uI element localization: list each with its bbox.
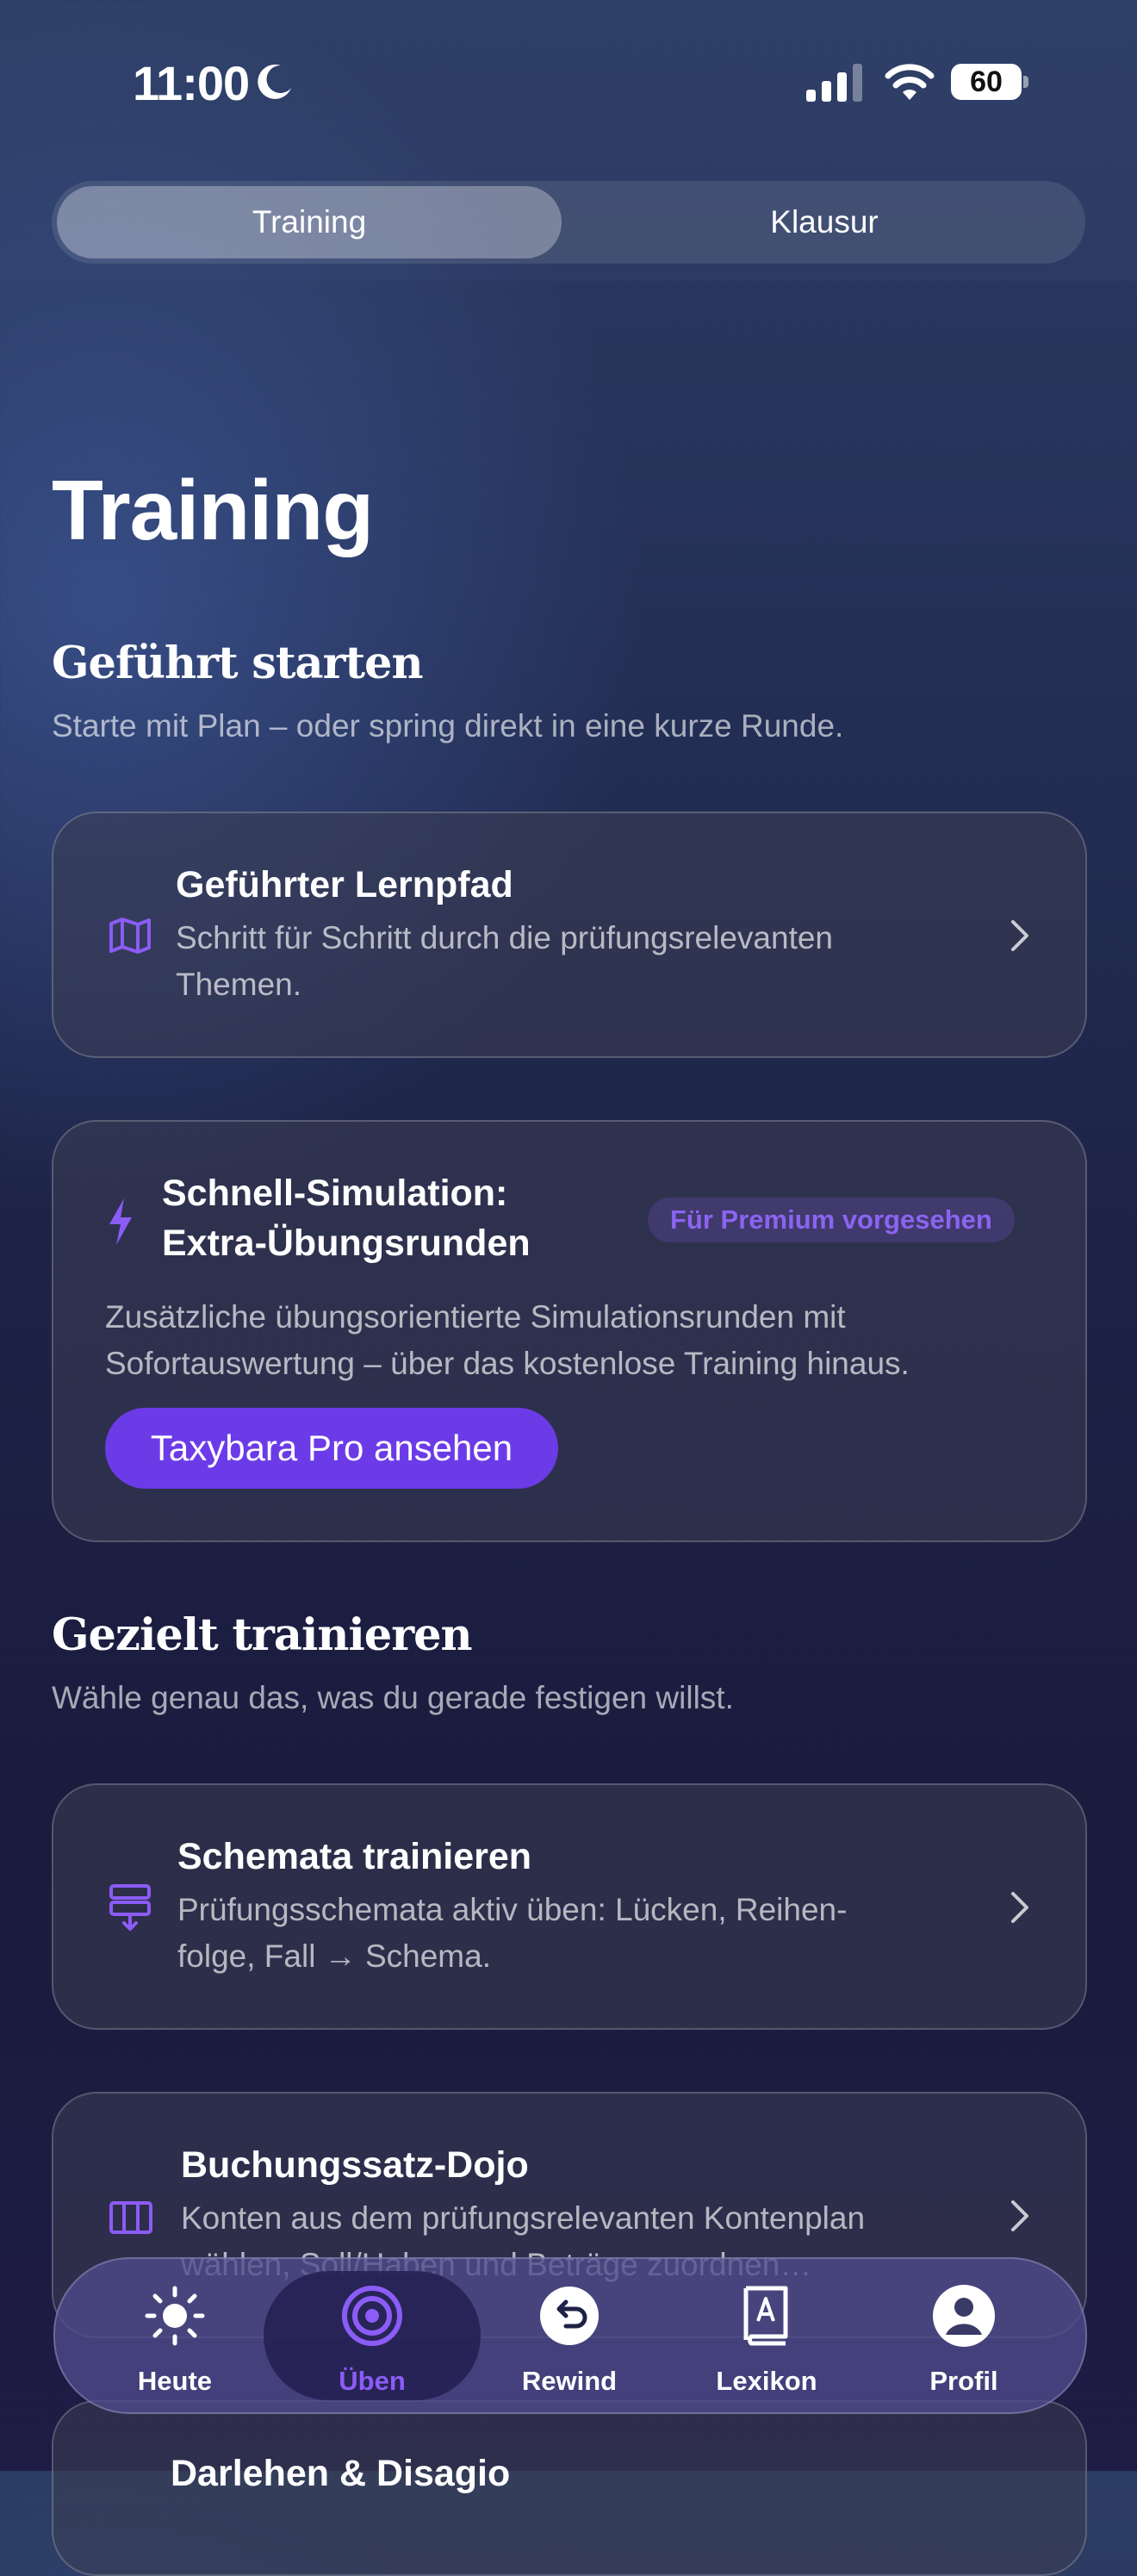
tab-profil[interactable]: Profil (865, 2259, 1063, 2412)
card-description-line1: Konten aus dem prüfungsrelevanten Konten… (181, 2200, 866, 2236)
wifi-icon (885, 64, 935, 100)
chevron-right-icon (1011, 2200, 1028, 2231)
section-subtitle-guided: Starte mit Plan – oder spring direkt in … (52, 708, 844, 744)
target-icon (342, 2286, 402, 2346)
schema-icon (109, 1884, 151, 1931)
tab-label: Lexikon (716, 2366, 817, 2396)
columns-icon (109, 2201, 152, 2234)
tab-lexikon[interactable]: Lexikon (668, 2259, 866, 2412)
card-train-schemes[interactable]: Schemata trainieren Prüfungsschemata akt… (52, 1783, 1087, 2030)
tab-label: Profil (929, 2366, 998, 2396)
segment-klausur[interactable]: Klausur (568, 186, 1080, 258)
card-description-line2: Themen. (176, 967, 302, 1002)
card-description-line2: Sofortauswertung – über das kostenlose T… (105, 1346, 910, 1381)
section-title-guided: Geführt starten (52, 638, 424, 689)
tab-rewind[interactable]: Rewind (470, 2259, 668, 2412)
dictionary-icon (743, 2286, 788, 2346)
lightning-icon (109, 1198, 132, 1245)
chevron-right-icon (1011, 1892, 1028, 1923)
tab-label: Heute (137, 2366, 213, 2396)
page-title: Training (52, 463, 374, 557)
sun-icon (145, 2286, 205, 2346)
cellular-signal-icon (806, 64, 862, 102)
card-guided-learning-path[interactable]: Geführter Lernpfad Schritt für Schritt d… (52, 812, 1087, 1058)
section-subtitle-targeted: Wähle genau das, was du gerade festigen … (52, 1680, 734, 1715)
mode-segmented-control: Training Klausur (52, 181, 1085, 264)
card-title-line1: Schnell-Simulation: (162, 1173, 508, 1214)
tab-label: Üben (339, 2366, 406, 2396)
card-description-line1: Zusätzliche übungsorientierte Simulation… (105, 1299, 846, 1335)
tab-ueben[interactable]: Üben (273, 2259, 471, 2412)
moon-icon (258, 64, 291, 99)
battery-indicator: 60 (951, 64, 1028, 100)
card-loan-disagio[interactable]: Darlehen & Disagio (52, 2400, 1087, 2576)
bottom-tab-bar: Heute Üben Rewind Lexikon Profil (53, 2257, 1087, 2414)
chevron-right-icon (1011, 920, 1028, 951)
card-description-line2: folge, Fall → Schema. (177, 1938, 491, 1974)
card-quick-simulation: Schnell-Simulation: Extra-Übungsrunden F… (52, 1120, 1087, 1542)
card-description-line1: Schritt für Schritt durch die prüfungsre… (176, 920, 833, 955)
card-title-line2: Extra-Übungsrunden (162, 1223, 531, 1264)
segment-training[interactable]: Training (57, 186, 562, 258)
section-title-targeted: Gezielt trainieren (52, 1609, 473, 1661)
rewind-icon (540, 2287, 599, 2345)
premium-badge: Für Premium vorgesehen (648, 1198, 1015, 1242)
tab-label: Rewind (521, 2366, 618, 2396)
card-title: Schemata trainieren (177, 1836, 532, 1877)
card-title: Buchungssatz-Dojo (181, 2144, 529, 2186)
card-title: Darlehen & Disagio (171, 2453, 511, 2494)
tab-heute[interactable]: Heute (76, 2259, 274, 2412)
status-time: 11:00 (133, 56, 250, 110)
battery-level: 60 (970, 65, 1003, 98)
card-description-line1: Prüfungsschemata aktiv üben: Lücken, Rei… (177, 1892, 848, 1927)
card-title: Geführter Lernpfad (176, 864, 513, 905)
view-pro-button[interactable]: Taxybara Pro ansehen (105, 1408, 558, 1489)
profile-icon (933, 2285, 995, 2347)
map-icon (109, 918, 151, 954)
